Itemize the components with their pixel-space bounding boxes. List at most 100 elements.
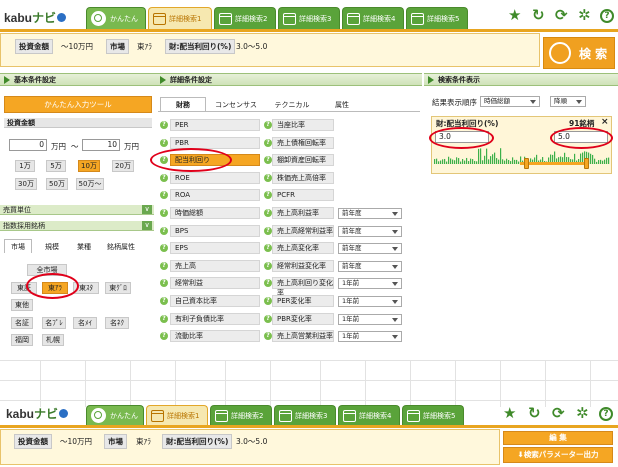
close-icon[interactable]: × — [601, 117, 609, 127]
tab-detail-3[interactable]: 詳細検索3 — [278, 7, 340, 29]
star-icon[interactable]: ★ — [508, 8, 521, 23]
help-icon[interactable]: ? — [264, 121, 272, 129]
criterion-item[interactable]: 売上高 — [170, 259, 260, 272]
amount-chip[interactable]: 50万〜 — [76, 178, 104, 190]
tab-detail-2[interactable]: 詳細検索2 — [214, 7, 276, 29]
period-select[interactable]: 前年度 — [338, 260, 402, 272]
help-icon[interactable]: ? — [264, 261, 272, 270]
tab-kantan[interactable]: かんたん — [86, 405, 144, 425]
criterion-item[interactable]: PER — [170, 119, 260, 131]
tab-detail-1[interactable]: 詳細検索1 — [148, 7, 212, 29]
criterion-item[interactable]: 流動比率 — [170, 330, 260, 343]
criterion-item[interactable]: ROA — [170, 189, 260, 202]
help-icon[interactable]: ? — [264, 332, 272, 341]
tab-consensus[interactable]: コンセンサス — [208, 97, 264, 111]
edit-button[interactable]: 編 集 — [503, 431, 613, 445]
market-chip[interactable]: 名ﾌﾟﾚ — [42, 317, 66, 329]
help-icon[interactable]: ? — [160, 226, 168, 235]
market-chip[interactable]: 東ｸﾞﾛ — [105, 282, 131, 294]
reload-icon[interactable]: ↻ — [528, 406, 541, 421]
amount-chip[interactable]: 1万 — [15, 160, 35, 172]
slider-handle-min[interactable] — [524, 158, 529, 169]
amount-max-input[interactable]: 10 — [82, 139, 120, 151]
tab-attributes[interactable]: 銘柄属性 — [100, 239, 142, 253]
help-icon[interactable]: ? — [264, 314, 272, 323]
criterion-item[interactable]: 売上高変化率 — [272, 242, 334, 255]
amount-chip[interactable]: 5万 — [46, 160, 66, 172]
help-icon[interactable]: ? — [264, 191, 272, 200]
criterion-item[interactable]: BPS — [170, 224, 260, 237]
market-chip[interactable]: 名ﾒｲ — [73, 317, 97, 329]
criterion-item[interactable]: 経常利益 — [170, 277, 260, 290]
period-select[interactable]: 1年前 — [338, 331, 402, 343]
criterion-item[interactable]: 有利子負債比率 — [170, 312, 260, 325]
help-icon[interactable]: ? — [160, 261, 168, 270]
criterion-item[interactable]: 株価売上高倍率 — [272, 171, 334, 184]
gear-icon[interactable]: ✲ — [578, 8, 591, 23]
market-chip[interactable]: 名ﾈｸ — [105, 317, 129, 329]
criterion-item[interactable]: 売上高経常利益率 — [272, 224, 334, 237]
criterion-item[interactable]: 当座比率 — [272, 119, 334, 131]
criterion-item[interactable]: 時価総額 — [170, 207, 260, 219]
easy-input-tool-button[interactable]: かんたん入力ツール — [4, 96, 152, 113]
export-params-button[interactable]: ⬇検索パラメーター出力 — [503, 447, 613, 463]
criterion-item[interactable]: ROE — [170, 171, 260, 184]
sort-order-select[interactable]: 時価総額 — [480, 96, 540, 107]
criterion-item[interactable]: 売上高営業利益率 — [272, 330, 334, 343]
tab-technical[interactable]: テクニカル — [266, 97, 318, 111]
help-icon[interactable]: ? — [160, 191, 168, 200]
tab-detail-5[interactable]: 詳細検索5 — [402, 405, 464, 425]
help-icon[interactable]: ? — [160, 173, 168, 182]
tab-industry[interactable]: 業種 — [70, 239, 98, 253]
help-icon[interactable]: ? — [264, 279, 272, 288]
help-icon[interactable]: ? — [160, 138, 168, 147]
slider-handle-max[interactable] — [584, 158, 589, 169]
period-select[interactable]: 1年前 — [338, 313, 402, 325]
refresh-icon[interactable]: ⟳ — [555, 8, 568, 23]
trade-unit-header[interactable]: 売買単位 ∨ — [0, 205, 154, 215]
tab-market[interactable]: 市場 — [4, 239, 32, 253]
reload-icon[interactable]: ↻ — [532, 8, 545, 23]
period-select[interactable]: 前年度 — [338, 208, 402, 219]
search-button[interactable]: 検 索 — [543, 37, 615, 69]
criterion-item[interactable]: PBR変化率 — [272, 312, 334, 325]
refresh-icon[interactable]: ⟳ — [552, 406, 565, 421]
index-members-header[interactable]: 指数採用銘柄 ∨ — [0, 221, 154, 231]
criterion-item[interactable]: 売上高利回り変化率 — [272, 277, 334, 297]
help-icon[interactable]: ? — [160, 244, 168, 253]
criterion-item[interactable]: 自己資本比率 — [170, 295, 260, 307]
criterion-item[interactable]: PER変化率 — [272, 295, 334, 307]
period-select[interactable]: 前年度 — [338, 243, 402, 255]
amount-chip[interactable]: 50万 — [46, 178, 68, 190]
criterion-item[interactable]: 売上高利益率 — [272, 207, 334, 219]
help-icon[interactable]: ? — [599, 407, 613, 421]
market-chip[interactable]: 東他 — [11, 299, 33, 311]
help-icon[interactable]: ? — [264, 156, 272, 165]
criterion-item[interactable]: EPS — [170, 242, 260, 255]
tab-financial[interactable]: 財務 — [160, 97, 206, 111]
criterion-item[interactable]: 棚卸資産回転率 — [272, 154, 334, 167]
help-icon[interactable]: ? — [264, 173, 272, 182]
criterion-item[interactable]: 売上債権回転率 — [272, 136, 334, 149]
help-icon[interactable]: ? — [264, 226, 272, 235]
tab-detail-1[interactable]: 詳細検索1 — [146, 405, 208, 425]
help-icon[interactable]: ? — [160, 297, 168, 305]
amount-chip[interactable]: 20万 — [112, 160, 134, 172]
help-icon[interactable]: ? — [160, 314, 168, 323]
help-icon[interactable]: ? — [600, 9, 614, 23]
star-icon[interactable]: ★ — [503, 406, 516, 421]
tab-detail-4[interactable]: 詳細検索4 — [338, 405, 400, 425]
tab-detail-2[interactable]: 詳細検索2 — [210, 405, 272, 425]
tab-detail-3[interactable]: 詳細検索3 — [274, 405, 336, 425]
help-icon[interactable]: ? — [160, 332, 168, 341]
market-chip[interactable]: 福岡 — [11, 334, 33, 346]
help-icon[interactable]: ? — [160, 279, 168, 288]
help-icon[interactable]: ? — [160, 209, 168, 217]
period-select[interactable]: 1年前 — [338, 296, 402, 307]
help-icon[interactable]: ? — [264, 297, 272, 305]
criterion-item[interactable]: PBR — [170, 136, 260, 149]
help-icon[interactable]: ? — [160, 121, 168, 129]
gear-icon[interactable]: ✲ — [576, 406, 589, 421]
amount-chip[interactable]: 30万 — [15, 178, 37, 190]
tab-scale[interactable]: 規模 — [38, 239, 66, 253]
